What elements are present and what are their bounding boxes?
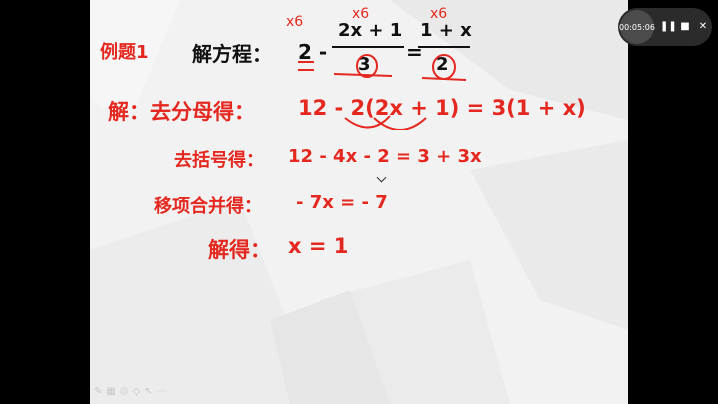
step-4-label: 解得： [208,238,271,262]
handwritten-mark-2: x6 [352,6,370,22]
circle-mark-den1 [356,54,378,78]
step-4-expr: x = 1 [288,234,349,258]
step-1-label: 解：去分母得： [108,100,255,124]
circle-mark-den2 [432,54,456,80]
slide: 例题1 解方程： 2 - 2x + 1 3 = 1 + x 2 x6 x6 x6… [90,0,628,404]
more-icon[interactable]: ⋯ [157,386,167,398]
pause-icon[interactable]: ❚❚ [660,20,677,34]
step-1-expr: 12 - 2(2x + 1) = 3(1 + x) [298,96,586,120]
recording-player: 00:05:06 ❚❚ ■ ✕ [618,8,712,46]
close-icon[interactable]: ✕ [696,20,710,34]
step-2-label: 去括号得： [174,150,264,171]
stop-icon[interactable]: ■ [678,20,692,34]
slideshow-toolbar: ✎ ▦ ◎ ◇ ↖ ⋯ [94,386,167,398]
recording-time: 00:05:06 [619,10,655,44]
eraser-icon[interactable]: ◇ [133,386,141,398]
step-2-expr: 12 - 4x - 2 = 3 + 3x [288,146,482,167]
pointer-icon[interactable]: ↖ [144,386,152,398]
laser-icon[interactable]: ◎ [120,386,129,398]
step-3-expr: - 7x = - 7 [296,192,388,213]
underline-mark-3 [333,73,393,77]
grid-icon[interactable]: ▦ [106,386,115,398]
step-3-label: 移项合并得： [154,196,262,217]
underline-mark-4 [421,77,467,81]
handwritten-mark-3: x6 [430,6,448,22]
pen-icon[interactable]: ✎ [94,386,102,398]
handwritten-mark-1: x6 [286,14,304,30]
